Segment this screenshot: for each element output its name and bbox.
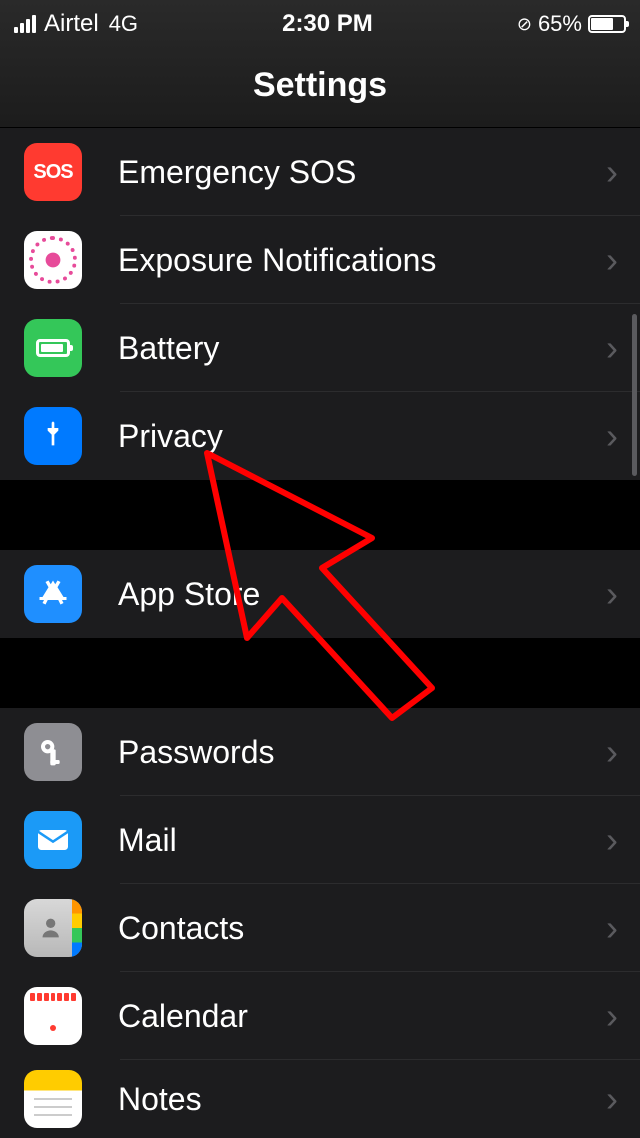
settings-section: App Store ›: [0, 550, 640, 638]
row-label: Passwords: [118, 734, 606, 771]
chevron-right-icon: ›: [606, 239, 618, 281]
chevron-right-icon: ›: [606, 151, 618, 193]
carrier-label: Airtel: [44, 10, 99, 38]
row-label: Exposure Notifications: [118, 242, 606, 279]
battery-percent: 65%: [538, 11, 582, 37]
settings-section: Passwords › Mail › Contacts › Calendar ›…: [0, 708, 640, 1138]
status-left: Airtel 4G: [14, 10, 138, 38]
battery-icon: [588, 15, 626, 33]
row-contacts[interactable]: Contacts ›: [0, 884, 640, 972]
row-label: Emergency SOS: [118, 154, 606, 191]
row-notes[interactable]: Notes ›: [0, 1060, 640, 1138]
row-passwords[interactable]: Passwords ›: [0, 708, 640, 796]
row-label: Contacts: [118, 910, 606, 947]
appstore-icon: [24, 565, 82, 623]
chevron-right-icon: ›: [606, 731, 618, 773]
row-privacy[interactable]: Privacy ›: [0, 392, 640, 480]
privacy-icon: [24, 407, 82, 465]
row-app-store[interactable]: App Store ›: [0, 550, 640, 638]
signal-icon: [14, 15, 36, 33]
chevron-right-icon: ›: [606, 1078, 618, 1120]
row-battery[interactable]: Battery ›: [0, 304, 640, 392]
row-label: Battery: [118, 330, 606, 367]
exposure-icon: [24, 231, 82, 289]
row-label: Calendar: [118, 998, 606, 1035]
chevron-right-icon: ›: [606, 995, 618, 1037]
row-exposure-notifications[interactable]: Exposure Notifications ›: [0, 216, 640, 304]
row-emergency-sos[interactable]: SOS Emergency SOS ›: [0, 128, 640, 216]
page-header: Settings: [0, 44, 640, 128]
scroll-indicator[interactable]: [632, 314, 637, 476]
contacts-icon: [24, 899, 82, 957]
section-gap: [0, 638, 640, 708]
page-title: Settings: [253, 66, 387, 105]
mail-icon: [24, 811, 82, 869]
row-label: App Store: [118, 576, 606, 613]
key-icon: [24, 723, 82, 781]
status-bar: Airtel 4G 2:30 PM ⊘ 65%: [0, 0, 640, 44]
battery-row-icon: [24, 319, 82, 377]
calendar-icon: [24, 987, 82, 1045]
chevron-right-icon: ›: [606, 327, 618, 369]
chevron-right-icon: ›: [606, 907, 618, 949]
settings-section: SOS Emergency SOS › Exposure Notificatio…: [0, 128, 640, 480]
clock: 2:30 PM: [282, 10, 373, 38]
sos-icon: SOS: [24, 143, 82, 201]
rotation-lock-icon: ⊘: [517, 14, 532, 35]
section-gap: [0, 480, 640, 550]
row-label: Privacy: [118, 418, 606, 455]
chevron-right-icon: ›: [606, 415, 618, 457]
chevron-right-icon: ›: [606, 573, 618, 615]
row-mail[interactable]: Mail ›: [0, 796, 640, 884]
status-right: ⊘ 65%: [517, 11, 626, 37]
row-label: Mail: [118, 822, 606, 859]
chevron-right-icon: ›: [606, 819, 618, 861]
notes-icon: [24, 1070, 82, 1128]
network-label: 4G: [109, 11, 138, 37]
row-label: Notes: [118, 1081, 606, 1118]
row-calendar[interactable]: Calendar ›: [0, 972, 640, 1060]
